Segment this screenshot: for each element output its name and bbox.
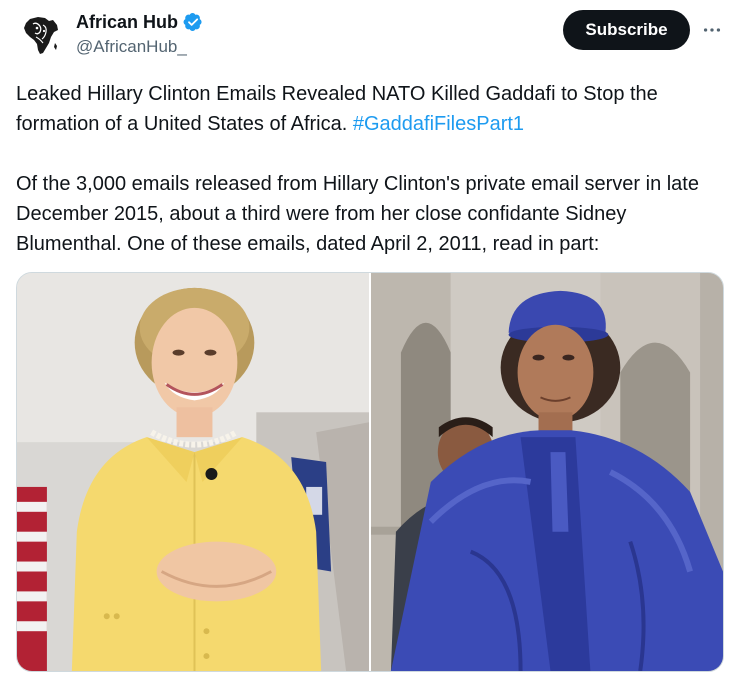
tweet-paragraph-1: Leaked Hillary Clinton Emails Revealed N… <box>16 79 728 139</box>
photo-man-blue-robes[interactable] <box>371 273 723 671</box>
post: African Hub @AfricanHub_ Subscribe Leake… <box>0 0 739 684</box>
verified-badge-icon <box>183 12 203 32</box>
more-horizontal-icon[interactable] <box>700 18 724 42</box>
africa-map-logo <box>16 10 66 60</box>
tweet-text: Leaked Hillary Clinton Emails Revealed N… <box>16 79 728 259</box>
author-handle[interactable]: @AfricanHub_ <box>76 36 187 58</box>
subscribe-button[interactable]: Subscribe <box>563 10 690 50</box>
photo-woman-yellow-suit[interactable] <box>17 273 369 671</box>
display-name[interactable]: African Hub <box>76 11 178 33</box>
hashtag-link[interactable]: #GaddafiFilesPart1 <box>353 113 524 135</box>
avatar[interactable] <box>16 10 66 60</box>
author-name-row[interactable]: African Hub <box>76 11 203 33</box>
tweet-paragraph-1-text: Leaked Hillary Clinton Emails Revealed N… <box>16 83 658 135</box>
media-grid <box>16 272 724 672</box>
tweet-paragraph-2: Of the 3,000 emails released from Hillar… <box>16 173 699 255</box>
